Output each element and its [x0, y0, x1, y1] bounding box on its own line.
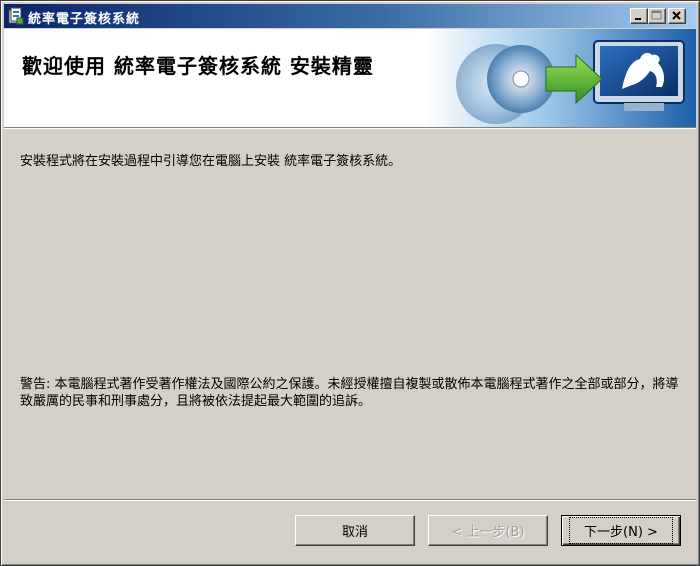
copyright-warning: 警告: 本電腦程式著作受著作權法及國際公約之保護。未經授權擅自複製或散佈本電腦程… [20, 377, 679, 409]
installer-window: 統率電子簽核系統 歡迎使用 統率電子簽核系統 安裝精靈 安裝程式將在安裝過程中引… [0, 0, 700, 566]
back-button[interactable]: < 上一步(B) [428, 515, 548, 546]
installer-icon [8, 7, 24, 25]
next-button[interactable]: 下一步(N) > [561, 515, 681, 546]
close-button[interactable] [668, 8, 686, 24]
button-divider [4, 499, 696, 501]
minimize-icon [635, 18, 641, 20]
title-bar[interactable]: 統率電子簽核系統 [4, 4, 696, 28]
maximize-icon [651, 10, 662, 20]
next-button-label: 下一步(N) > [569, 517, 673, 544]
maximize-button[interactable] [648, 8, 666, 24]
banner-title: 歡迎使用 統率電子簽核系統 安裝精靈 [22, 54, 374, 78]
header-banner: 歡迎使用 統率電子簽核系統 安裝精靈 [4, 29, 696, 127]
close-icon [672, 11, 681, 20]
window-title: 統率電子簽核系統 [28, 12, 141, 27]
banner-divider [4, 127, 696, 129]
cancel-button[interactable]: 取消 [295, 515, 415, 546]
setup-graphic-icon [426, 29, 696, 127]
intro-text: 安裝程式將在安裝過程中引導您在電腦上安裝 統率電子簽核系統。 [20, 154, 402, 169]
minimize-button[interactable] [630, 8, 648, 24]
